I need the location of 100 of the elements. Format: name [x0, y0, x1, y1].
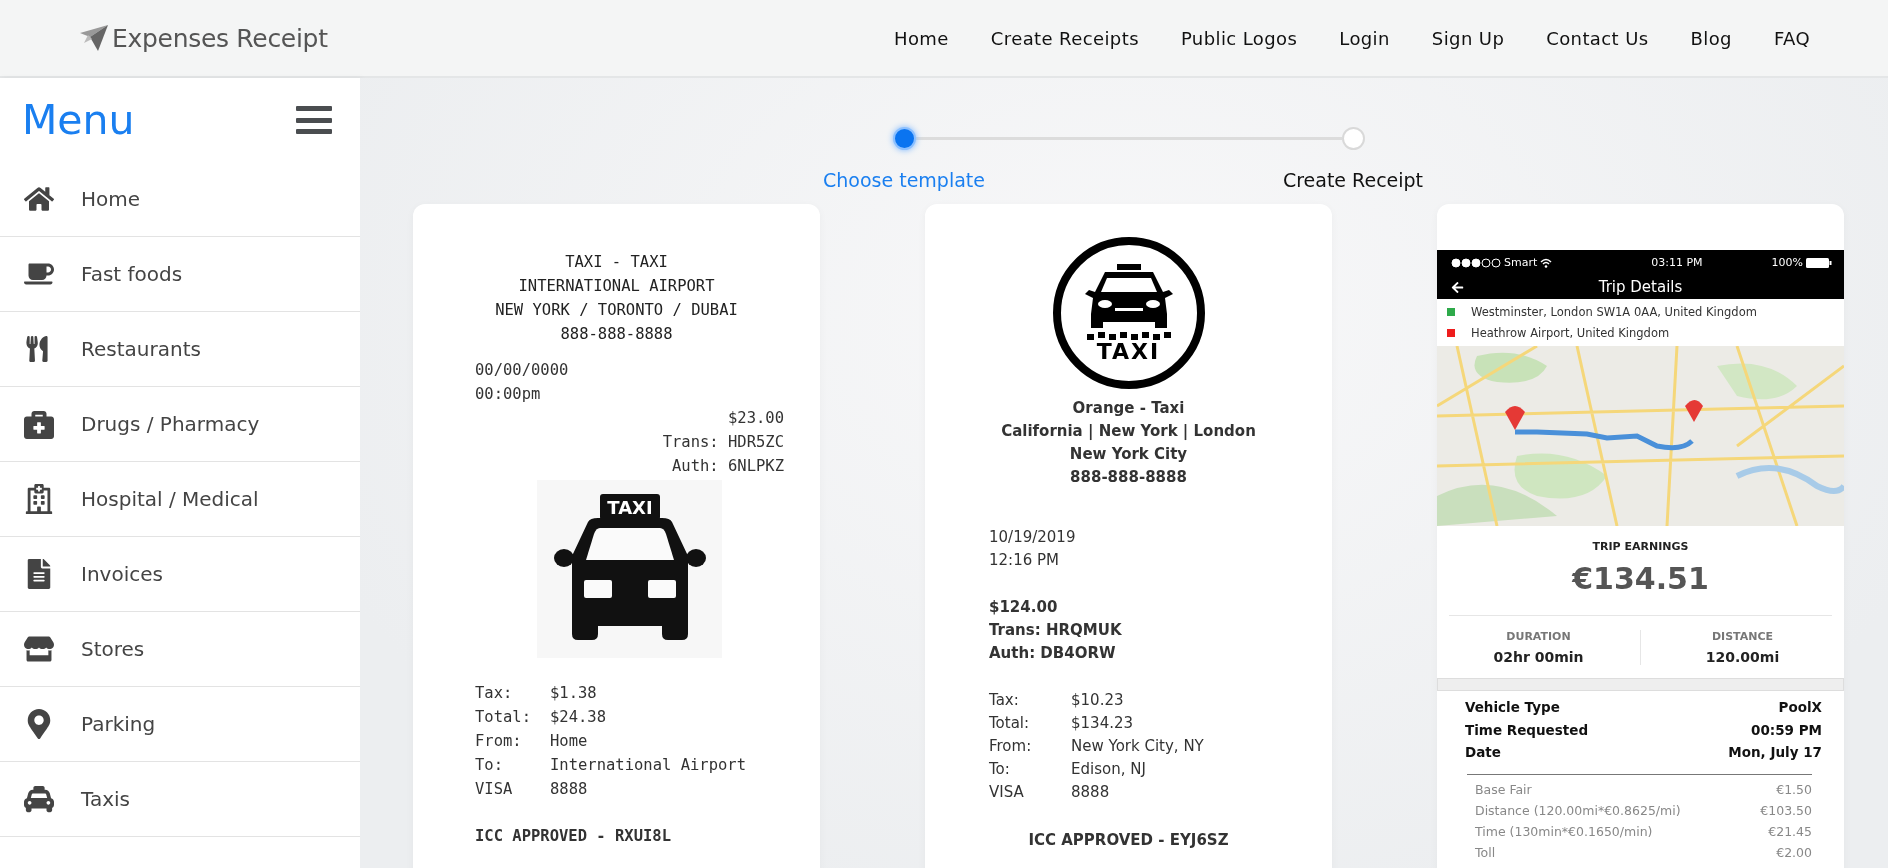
fare-value: €103.50: [1760, 801, 1812, 820]
step-label: Choose template: [823, 169, 985, 191]
stat-value: 120.00mi: [1705, 648, 1780, 665]
battery-icon: [1806, 257, 1832, 268]
detail-label: Total:: [989, 713, 1031, 734]
receipt-amount-line: Auth: 6NLPKZ: [671, 456, 784, 477]
sidebar-item[interactable]: Invoices: [0, 537, 360, 612]
info-label: Time Requested: [1465, 720, 1589, 740]
detail-value: 8888: [550, 779, 588, 800]
wifi-icon: [1540, 257, 1553, 268]
detail-value: $10.23: [1071, 690, 1124, 711]
detail-value: International Airport: [550, 755, 746, 776]
medical-kit-icon: [24, 409, 54, 439]
fork-knife-icon: [24, 336, 50, 362]
fare-label: Base Fair: [1475, 780, 1532, 799]
nav-link[interactable]: Home: [894, 27, 949, 49]
fare-label: Toll: [1475, 843, 1496, 862]
template-card[interactable]: [413, 204, 820, 868]
fare-value: €21.45: [1768, 822, 1812, 841]
nav-link[interactable]: Create Receipts: [990, 27, 1139, 49]
approval-code: ICC APPROVED - RXUI8L: [475, 826, 672, 847]
screen-title: Trip Details: [1598, 278, 1684, 296]
receipt-amount-line: $23.00: [727, 408, 784, 429]
logo-text: TAXI: [1096, 340, 1161, 363]
plane-icon: [78, 23, 110, 53]
step-dot[interactable]: [892, 127, 916, 150]
sidebar-item[interactable]: Stores: [0, 612, 360, 687]
receipt-header-line: NEW YORK / TORONTO / DUBAI: [494, 300, 739, 321]
detail-value: $24.38: [550, 707, 606, 728]
detail-value: Edison, NJ: [1071, 759, 1146, 780]
menu-icon[interactable]: [296, 103, 332, 137]
fare-value: €1.50: [1776, 780, 1812, 799]
info-value: PoolX: [1778, 698, 1822, 717]
stat-label: DISTANCE: [1711, 629, 1774, 643]
receipt-date-line: 00/00/0000: [475, 360, 570, 381]
signal-dots-icon: [1451, 257, 1501, 268]
fare-value: €2.00: [1776, 843, 1812, 862]
receipt-header-line: INTERNATIONAL AIRPORT: [517, 276, 716, 297]
sign-text: TAXI: [606, 497, 653, 518]
fare-label: Distance (120.00mi*€0.8625/mi): [1475, 801, 1681, 820]
receipt-date-line: 12:16 PM: [989, 550, 1060, 571]
receipt-header-line: 888-888-8888: [559, 324, 674, 345]
nav-link[interactable]: FAQ: [1773, 27, 1810, 49]
detail-label: Tax:: [989, 690, 1020, 711]
sidebar-item[interactable]: Restaurants: [0, 312, 360, 387]
stop-address: Heathrow Airport, United Kingdom: [1471, 325, 1670, 340]
detail-value: New York City, NY: [1071, 736, 1204, 757]
earnings-amount: €134.51: [1572, 561, 1709, 596]
template-card[interactable]: [1437, 204, 1844, 868]
receipt-header-line: 888-888-8888: [1069, 467, 1188, 488]
sidebar-item[interactable]: Drugs / Pharmacy: [0, 387, 360, 462]
sidebar-item[interactable]: Parking: [0, 687, 360, 762]
fare-label: Time (130min*€0.1650/min): [1475, 822, 1653, 841]
approval-code: ICC APPROVED - EYJ6SZ: [1027, 830, 1230, 851]
receipt-header-line: New York City: [1068, 444, 1189, 465]
detail-label: To:: [989, 759, 1011, 780]
info-label: Vehicle Type: [1465, 698, 1560, 717]
receipt-header-line: California | New York | London: [1000, 421, 1257, 442]
receipt-amount-line: Trans: HDR5ZC: [661, 432, 784, 453]
receipt-amount-line: Auth: DB4ORW: [989, 643, 1117, 664]
taxi-icon: [24, 784, 54, 814]
detail-label: VISA: [989, 782, 1025, 803]
info-value: Mon, July 17: [1728, 743, 1822, 762]
receipt-date-line: 10/19/2019: [989, 527, 1077, 548]
detail-value: $1.38: [550, 683, 597, 704]
site-logo[interactable]: Expenses Receipt: [112, 23, 328, 53]
info-value: 00:59 PM: [1751, 720, 1822, 740]
hospital-icon: [24, 484, 54, 514]
receipt-header-line: TAXI - TAXI: [564, 252, 669, 273]
home-icon: [24, 184, 54, 214]
detail-value: Home: [550, 731, 588, 752]
step-dot[interactable]: [1341, 127, 1365, 150]
nav-link[interactable]: Public Logos: [1180, 27, 1298, 49]
back-icon[interactable]: [1451, 280, 1464, 294]
step-label: Create Receipt: [1282, 169, 1424, 191]
sidebar-item[interactable]: Fast foods: [0, 237, 360, 312]
battery-percent: 100%: [1771, 256, 1803, 269]
detail-label: To:: [475, 755, 504, 776]
status-time: 03:11 PM: [1650, 256, 1703, 269]
sidebar-item[interactable]: Taxis: [0, 762, 360, 837]
detail-value: $134.23: [1071, 713, 1134, 734]
sidebar-item[interactable]: Hospital / Medical: [0, 462, 360, 537]
detail-label: Total:: [475, 707, 532, 728]
menu-title: Menu: [22, 96, 135, 144]
stat-label: DURATION: [1506, 629, 1571, 643]
detail-label: From:: [475, 731, 523, 752]
template-card[interactable]: [925, 204, 1332, 868]
nav-link[interactable]: Contact Us: [1546, 27, 1649, 49]
nav-link[interactable]: Sign Up: [1431, 27, 1505, 49]
receipt-date-line: 00:00pm: [475, 384, 542, 405]
stop-address: Westminster, London SW1A 0AA, United Kingdom: [1471, 304, 1757, 319]
detail-value: 8888: [1071, 782, 1110, 803]
nav-link[interactable]: Blog: [1690, 27, 1732, 49]
carrier-name: Smart: [1504, 256, 1538, 269]
detail-label: Tax:: [475, 683, 514, 704]
info-label: Date: [1465, 743, 1501, 762]
sidebar-item[interactable]: Home: [0, 162, 360, 237]
stat-value: 02hr 00min: [1493, 648, 1584, 665]
nav-link[interactable]: Login: [1339, 27, 1390, 49]
earnings-label: TRIP EARNINGS: [1592, 540, 1689, 553]
